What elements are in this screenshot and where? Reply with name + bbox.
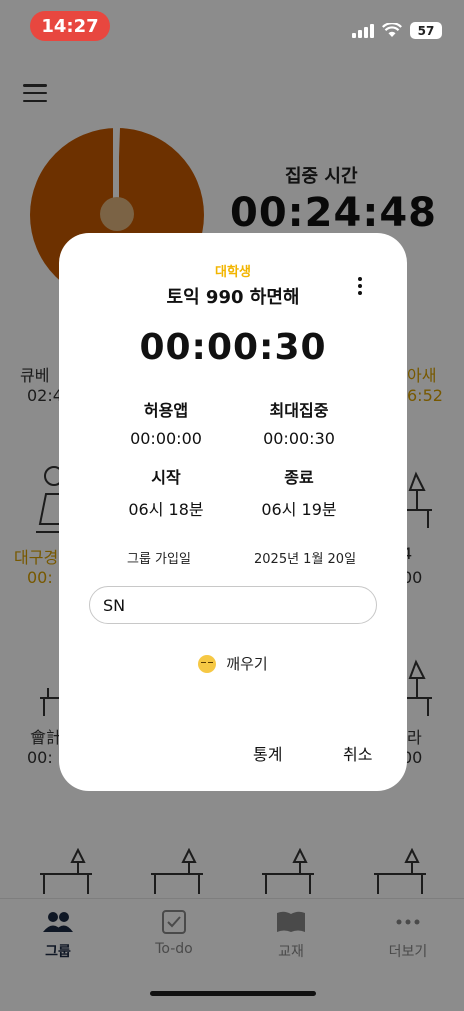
- join-date-label: 그룹 가입일: [127, 552, 191, 567]
- more-options-icon[interactable]: [350, 276, 370, 296]
- stat-value: 06시 18분: [128, 500, 204, 519]
- stat-value: 06시 19분: [261, 500, 337, 519]
- stat-label: 최대집중: [269, 401, 329, 420]
- stat-allowed-apps: 허용앱 00:00:00: [91, 397, 241, 448]
- memo-field[interactable]: SN: [89, 586, 377, 624]
- stat-label: 허용앱: [143, 401, 189, 420]
- stat-label: 종료: [284, 468, 314, 487]
- stat-start: 시작 06시 18분: [91, 464, 241, 520]
- wifi-icon: [382, 23, 402, 37]
- wake-up-button[interactable]: 깨우기: [59, 653, 407, 674]
- member-focus-timer: 00:00:30: [139, 327, 327, 368]
- battery-icon: 57: [410, 22, 442, 39]
- stat-label: 시작: [151, 468, 181, 487]
- member-detail-dialog: 대학생 토익 990 하면해 00:00:30 허용앱 00:00:00 최대집…: [59, 233, 407, 791]
- status-icons: 57: [352, 22, 442, 39]
- cellular-signal-icon: [352, 23, 374, 38]
- stats-button[interactable]: 통계: [253, 741, 282, 765]
- home-indicator: [150, 991, 316, 996]
- status-time: 14:27: [30, 11, 110, 41]
- wake-up-label: 깨우기: [226, 655, 268, 673]
- stat-value: 00:00:30: [263, 429, 335, 448]
- join-date-value: 2025년 1월 20일: [254, 552, 357, 567]
- sleepy-face-icon: [198, 654, 217, 673]
- stat-end: 종료 06시 19분: [224, 464, 374, 520]
- stat-value: 00:00:00: [130, 429, 202, 448]
- cancel-button[interactable]: 취소: [343, 741, 372, 765]
- stat-max-focus: 최대집중 00:00:30: [224, 397, 374, 448]
